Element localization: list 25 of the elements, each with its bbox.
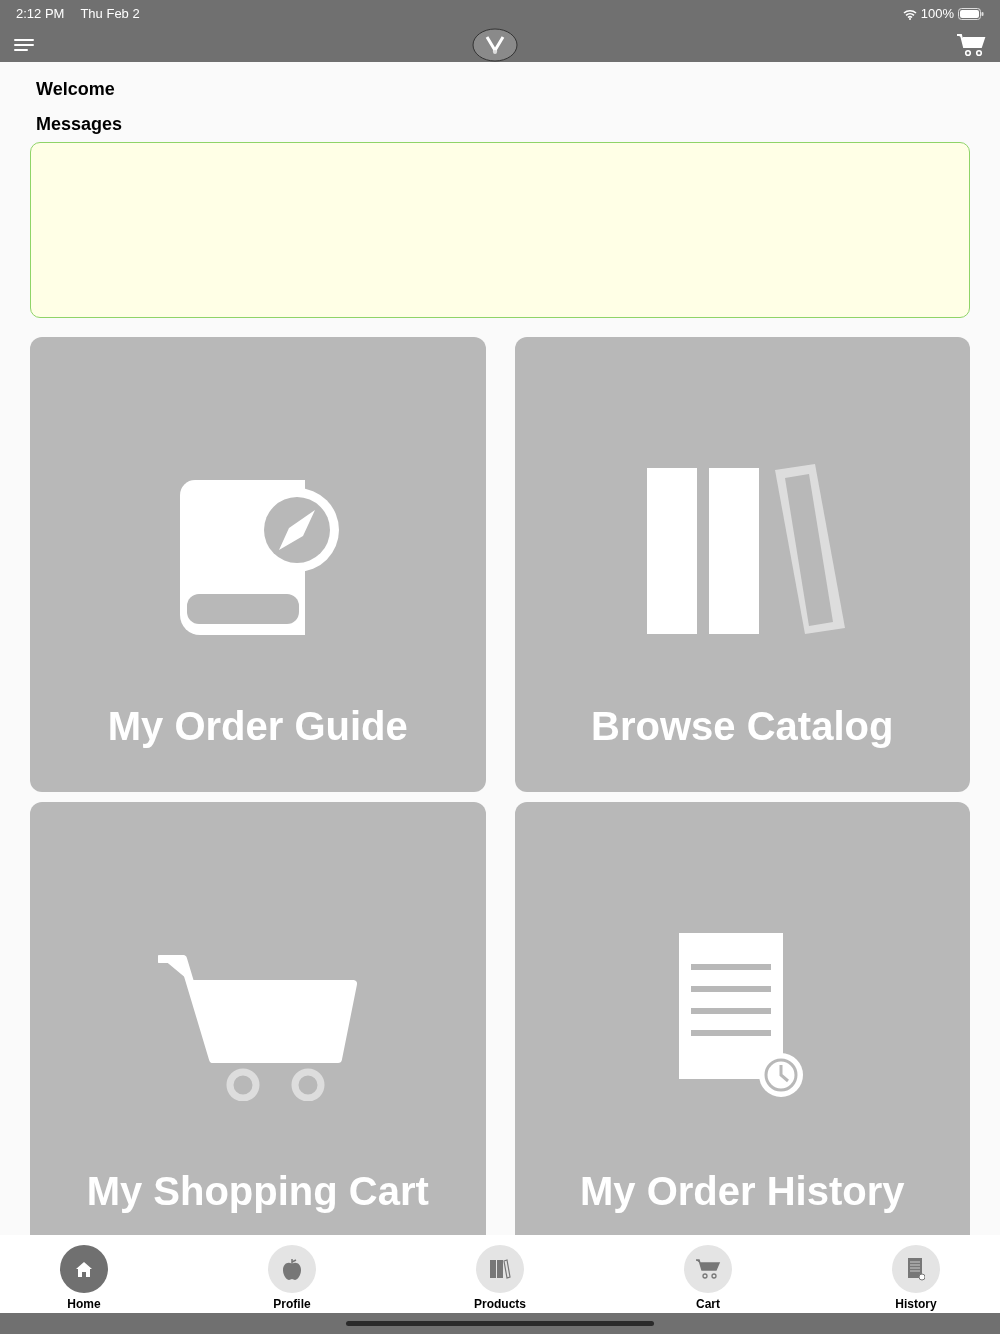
house-icon	[75, 1261, 93, 1277]
tab-label: Cart	[696, 1296, 720, 1313]
tab-button[interactable]: Cart	[648, 1235, 768, 1313]
tab-button[interactable]: Home	[24, 1235, 144, 1313]
tab-button[interactable]: Profile	[232, 1235, 352, 1313]
menu-icon[interactable]	[14, 38, 34, 52]
battery-percent: 100%	[920, 5, 954, 24]
status-date: Thu Feb 2	[80, 5, 140, 24]
books-icon	[489, 1259, 511, 1279]
status-time: 2:12 PM	[16, 5, 65, 24]
tab-label: History	[895, 1296, 937, 1313]
welcome-text: Welcome	[36, 78, 116, 101]
battery-icon	[958, 8, 984, 20]
tab-label: Products	[474, 1296, 526, 1313]
tab-label: Home	[67, 1296, 101, 1313]
messages-label: Messages	[36, 113, 124, 136]
tab-button[interactable]: Products	[440, 1235, 560, 1313]
apple-icon	[282, 1258, 302, 1280]
document-clock-icon	[907, 1257, 925, 1281]
tab-label: Profile	[273, 1296, 311, 1313]
cart-icon	[695, 1258, 721, 1280]
cart-icon[interactable]	[956, 33, 986, 57]
wifi-icon	[902, 8, 917, 20]
logo-icon	[472, 28, 518, 62]
tab-button[interactable]: History	[856, 1235, 976, 1313]
